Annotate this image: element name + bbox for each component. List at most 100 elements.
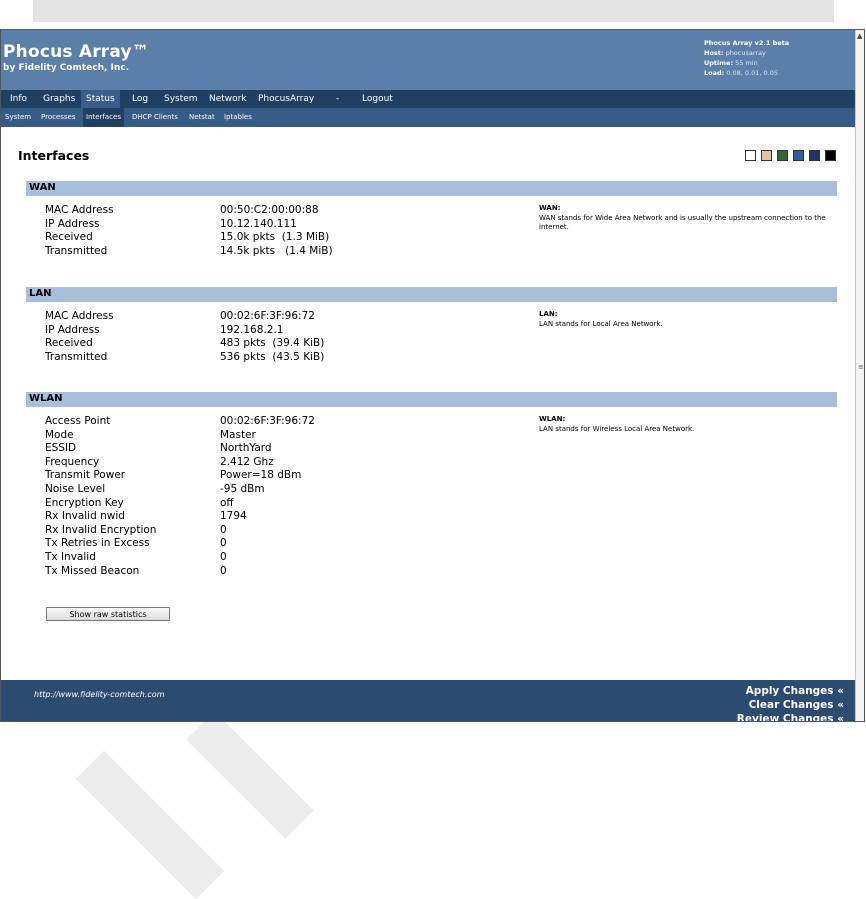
swatch-white[interactable]	[745, 150, 756, 161]
apply-changes-link[interactable]: Apply Changes «	[746, 685, 844, 697]
nav-graphs[interactable]: Graphs	[38, 90, 80, 108]
lan-help-text: LAN stands for Local Area Network.	[539, 319, 663, 328]
wlan-value-noise-level: -95 dBm	[220, 483, 265, 495]
wlan-label-rx-invalid-nwid: Rx Invalid nwid	[45, 510, 125, 522]
nav-network[interactable]: Network	[204, 90, 252, 108]
wlan-help-text: LAN stands for Wireless Local Area Netwo…	[539, 424, 695, 433]
uptime-label: Uptime:	[704, 59, 734, 67]
header: Phocus Array™ by Fidelity Comtech, Inc. …	[1, 30, 855, 90]
nav-log[interactable]: Log	[127, 90, 153, 108]
browser-bar	[33, 0, 834, 22]
footer-url-link[interactable]: http://www.fidelity-comtech.com	[34, 690, 165, 699]
wlan-value-mode: Master	[220, 429, 256, 441]
nav-logout[interactable]: Logout	[357, 90, 398, 108]
scroll-up-icon[interactable]: ▲	[857, 32, 862, 40]
subnav-dhcp-clients[interactable]: DHCP Clients	[129, 108, 181, 127]
section-header-wlan: WLAN	[26, 392, 837, 407]
wlan-value-tx-missed-beacon: 0	[220, 565, 227, 577]
wan-value-received: 15.0k pkts (1.3 MiB)	[220, 231, 330, 243]
section-header-wan: WAN	[26, 181, 837, 196]
lan-value-mac: 00:02:6F:3F:96:72	[220, 310, 315, 322]
lan-label-transmitted: Transmitted	[45, 351, 108, 363]
scrollbar[interactable]: ▲ ≡	[855, 30, 864, 721]
section-header-lan: LAN	[26, 287, 837, 302]
wan-value-transmitted: 14.5k pkts (1.4 MiB)	[220, 245, 333, 257]
wlan-value-frequency: 2.412 Ghz	[220, 456, 274, 468]
wan-value-ip: 10.12.140.111	[220, 218, 297, 230]
swatch-navy[interactable]	[809, 150, 820, 161]
wlan-label-noise-level: Noise Level	[45, 483, 106, 495]
system-info: Phocus Array v2.1 beta Host: phocusarray…	[704, 38, 789, 78]
subnav-netstat[interactable]: Netstat	[186, 108, 218, 127]
app-title: Phocus Array™	[3, 42, 150, 62]
wlan-help: WLAN: LAN stands for Wireless Local Area…	[539, 415, 834, 434]
nav-separator: -	[336, 94, 340, 104]
subnav-interfaces[interactable]: Interfaces	[83, 108, 124, 127]
uptime-value: 55 min	[735, 59, 758, 67]
wlan-label-frequency: Frequency	[45, 456, 100, 468]
wlan-value-encryption-key: off	[220, 497, 234, 509]
wan-help: WAN: WAN stands for Wide Area Network an…	[539, 204, 834, 233]
wan-label-received: Received	[45, 231, 93, 243]
swatch-green[interactable]	[777, 150, 788, 161]
nav-info[interactable]: Info	[5, 90, 32, 108]
nav-status[interactable]: Status	[81, 90, 120, 108]
wlan-value-essid: NorthYard	[220, 442, 272, 454]
wlan-label-tx-retries: Tx Retries in Excess	[45, 537, 150, 549]
load-value: 0.08, 0.01, 0.05	[726, 69, 779, 77]
wan-value-mac: 00:50:C2:00:00:88	[220, 204, 319, 216]
lan-label-ip: IP Address	[45, 324, 100, 336]
wlan-value-transmit-power: Power=18 dBm	[220, 469, 302, 481]
wlan-help-title: WLAN:	[539, 415, 566, 423]
wlan-label-rx-invalid-encryption: Rx Invalid Encryption	[45, 524, 157, 536]
wlan-value-rx-invalid-nwid: 1794	[220, 510, 247, 522]
wan-label-transmitted: Transmitted	[45, 245, 108, 257]
wan-label-ip: IP Address	[45, 218, 100, 230]
swatch-blue[interactable]	[793, 150, 804, 161]
section-title: LAN	[29, 288, 52, 299]
watermark	[186, 711, 314, 839]
subnav-iptables[interactable]: Iptables	[221, 108, 255, 127]
host-value: phocusarray	[725, 49, 766, 57]
wlan-label-mode: Mode	[45, 429, 74, 441]
wlan-label-access-point: Access Point	[45, 415, 111, 427]
nav-phocusarray[interactable]: PhocusArray	[253, 90, 319, 108]
wlan-label-transmit-power: Transmit Power	[45, 469, 126, 481]
wlan-label-tx-missed-beacon: Tx Missed Beacon	[45, 565, 140, 577]
wan-label-mac: MAC Address	[45, 204, 114, 216]
wlan-label-tx-invalid: Tx Invalid	[45, 551, 96, 563]
section-title: WAN	[29, 182, 56, 193]
nav-system[interactable]: System	[159, 90, 203, 108]
lan-label-received: Received	[45, 337, 93, 349]
wan-help-text: WAN stands for Wide Area Network and is …	[539, 213, 826, 232]
lan-value-received: 483 pkts (39.4 KiB)	[220, 337, 325, 349]
scroll-grip-icon[interactable]: ≡	[858, 363, 864, 371]
swatch-black[interactable]	[825, 150, 836, 161]
wlan-value-tx-retries: 0	[220, 537, 227, 549]
app-subtitle: by Fidelity Comtech, Inc.	[3, 63, 130, 73]
review-changes-link[interactable]: Review Changes «	[737, 713, 844, 721]
footer: http://www.fidelity-comtech.com Apply Ch…	[1, 680, 855, 721]
version-text: Phocus Array v2.1 beta	[704, 39, 790, 47]
wlan-value-tx-invalid: 0	[220, 551, 227, 563]
lan-help-title: LAN:	[539, 310, 558, 318]
subnav-processes[interactable]: Processes	[38, 108, 79, 127]
wlan-label-essid: ESSID	[45, 442, 77, 454]
wan-help-title: WAN:	[539, 204, 561, 212]
watermark	[75, 750, 225, 899]
host-label: Host:	[704, 49, 724, 57]
swatch-tan[interactable]	[761, 150, 772, 161]
show-raw-statistics-button[interactable]: Show raw statistics	[46, 607, 170, 621]
load-label: Load:	[704, 69, 725, 77]
page-title: Interfaces	[18, 148, 90, 163]
clear-changes-link[interactable]: Clear Changes «	[749, 699, 844, 711]
section-title: WLAN	[29, 393, 63, 404]
subnav-system[interactable]: System	[2, 108, 34, 127]
sub-nav: System Processes Interfaces DHCP Clients…	[1, 108, 855, 127]
lan-label-mac: MAC Address	[45, 310, 114, 322]
wlan-value-access-point: 00:02:6F:3F:96:72	[220, 415, 315, 427]
wlan-value-rx-invalid-encryption: 0	[220, 524, 227, 536]
lan-help: LAN: LAN stands for Local Area Network.	[539, 310, 834, 329]
wlan-label-encryption-key: Encryption Key	[45, 497, 124, 509]
app-window: Phocus Array™ by Fidelity Comtech, Inc. …	[0, 29, 865, 722]
